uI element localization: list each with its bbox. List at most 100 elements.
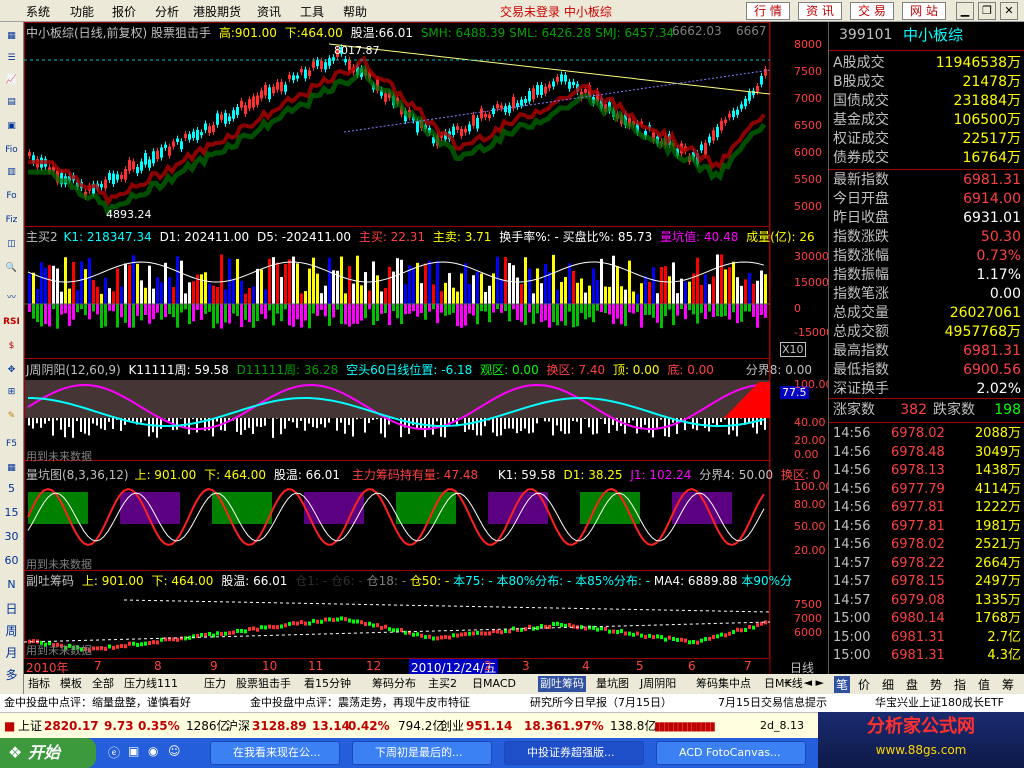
chart-area[interactable]: 中小板综(日线,前复权) 股票狙击手 高:901.00 下:464.00 股温:… [24,22,833,676]
tick-row[interactable]: 14:57 6978.15 2497万 [833,573,1021,591]
table-icon[interactable]: ▤ [2,92,21,110]
tick-row[interactable]: 14:56 6978.13 1438万 [833,462,1021,480]
tick-row[interactable]: 14:56 6978.02 2088万 [833,425,1021,443]
tick-row[interactable]: 14:57 6978.22 2664万 [833,555,1021,573]
tick-row[interactable]: 14:56 6977.81 1222万 [833,499,1021,517]
line-chart-icon[interactable]: 📈 [2,70,21,88]
indicator-tab[interactable]: 模板 [58,676,84,692]
indicator-tab[interactable]: 全部 [90,676,116,692]
period-30min[interactable]: 30 [2,530,21,543]
ticker-item-2[interactable]: 金中投盘中点评：震荡走势，再现牛皮市特征 [250,694,470,712]
tick-row[interactable]: 14:56 6977.81 1981万 [833,518,1021,536]
menu-hk-futures[interactable]: 港股期货 [193,3,241,20]
tick-row[interactable]: 15:00 6980.14 1768万 [833,610,1021,628]
tab-scroll-icon[interactable]: + - ◄ ► [783,676,824,689]
index-stat-row: 最低指数 6900.56 [833,361,1021,380]
period-day[interactable]: 日 [2,600,21,617]
minimize-icon[interactable]: ▁ [956,2,974,20]
tick-row[interactable]: 14:56 6978.02 2521万 [833,536,1021,554]
x10-button[interactable]: X10 [780,342,806,357]
menu-info[interactable]: 资讯 [257,3,281,20]
zhang-value: 382 [900,402,927,418]
indicator-tab[interactable]: 压力 [202,676,228,692]
indicator-tab[interactable]: 主买2 [426,676,459,692]
ie-icon[interactable]: ⓔ [108,744,120,761]
quote-tab[interactable]: 值 [978,676,990,693]
quote-tab[interactable]: 笔 [834,676,851,693]
indicator-tab[interactable]: 日MACD [470,676,518,692]
indicator-tab[interactable]: 副吐筹码 [538,676,586,692]
media-icon[interactable]: ◉ [148,744,158,758]
fiz-icon[interactable]: Fiz [2,210,21,228]
restore-icon[interactable]: ❐ [978,2,996,20]
indicator-tab[interactable]: 压力线111 [122,676,180,692]
taskbar-item-2[interactable]: 下周初是最后的... [352,741,492,765]
menu-system[interactable]: 系统 [26,3,50,20]
rsi-icon[interactable]: RSI [2,312,21,330]
indicator-tab[interactable]: 量坑图 [594,676,631,692]
taskbar-item-1[interactable]: 在我看来现在公... [210,741,340,765]
close-icon[interactable]: ✕ [1000,2,1018,20]
pencil-icon[interactable]: ✎ [2,406,21,424]
doc-icon[interactable]: ▥ [2,162,21,180]
indicator-tab[interactable]: 看15分钟 [302,676,353,692]
taskbar-item-4[interactable]: ACD FotoCanvas... [656,741,806,765]
period-week[interactable]: 周 [2,622,21,639]
news-button[interactable]: 资 讯 [798,2,842,20]
menu-tools[interactable]: 工具 [300,3,324,20]
window-icon[interactable]: ▣ [2,116,21,134]
period-15min[interactable]: 15 [2,506,21,519]
indicator-tab[interactable]: 筹码分布 [370,676,418,692]
move-icon[interactable]: ✥ [2,360,21,378]
search-icon[interactable]: 🔍 [2,258,21,276]
period-n[interactable]: N [2,578,21,591]
quote-tab[interactable]: 盘 [906,676,918,693]
period-5min[interactable]: 5 [2,482,21,495]
menu-help[interactable]: 帮助 [343,3,367,20]
desktop-icon[interactable]: ▣ [128,744,139,758]
period-month[interactable]: 月 [2,644,21,661]
fio-icon[interactable]: Fio [2,140,21,158]
period-multi[interactable]: 多 [2,666,21,683]
ticker-item-3[interactable]: 研究所今日早报（7月15日） [530,694,672,712]
website-button[interactable]: 网 站 [902,2,946,20]
menu-analysis[interactable]: 分析 [155,3,179,20]
quote-tab[interactable]: 细 [882,676,894,693]
menu-function[interactable]: 功能 [70,3,94,20]
grid-icon[interactable]: ▦ [2,26,21,44]
tick-row[interactable]: 14:57 6979.08 1335万 [833,592,1021,610]
menu-quote[interactable]: 报价 [112,3,136,20]
zhou-panel-header: J周阴阳(12,60,9) K11111周: 59.58 D11111周: 36… [26,361,812,378]
indicator-tab[interactable]: 股票狙击手 [234,676,293,692]
volume-row: 权证成交 22517万 [833,130,1021,149]
trade-button[interactable]: 交 易 [850,2,894,20]
period-60min[interactable]: 60 [2,554,21,567]
vol-d1: D1: 202411.00 [159,230,250,244]
f5-icon[interactable]: F5 [2,434,21,452]
indicator-tab[interactable]: J周阴阳 [638,676,678,692]
quote-tab[interactable]: 筹 [1002,676,1014,693]
quote-tab[interactable]: 指 [954,676,966,693]
zoom-icon[interactable]: ⊞ [2,382,21,400]
fo-icon[interactable]: Fo [2,186,21,204]
tick-row[interactable]: 14:56 6977.79 4114万 [833,481,1021,499]
tick-row[interactable]: 14:56 6978.48 3049万 [833,444,1021,462]
calendar-icon[interactable]: ▦ [2,458,21,476]
dollar-icon[interactable]: $ [2,336,21,354]
list-icon[interactable]: ☰ [2,48,21,66]
quote-tab[interactable]: 价 [858,676,870,693]
indicator-tab[interactable]: 指标 [26,676,52,692]
ticker-item-5[interactable]: 华宝兴业上证180成长ETF [875,694,1004,712]
layers-icon[interactable]: ◫ [2,234,21,252]
tick-row[interactable]: 15:00 6981.31 2.7亿 [833,629,1021,647]
market-button[interactable]: 行 情 [746,2,790,20]
taskbar-item-3[interactable]: 中投证券超强版... [504,741,644,765]
quote-tab[interactable]: 势 [930,676,942,693]
ticker-item-4[interactable]: 7月15日交易信息提示 [718,694,827,712]
ticker-item-1[interactable]: 金中投盘中点评：缩量盘整，谨慎看好 [4,694,191,712]
indicator-tab[interactable]: 筹码集中点 [694,676,753,692]
trend-icon[interactable]: 〰 [2,288,21,306]
qq-icon[interactable]: ☺ [168,744,181,758]
start-button[interactable]: ❖ 开始 [0,738,96,768]
tick-row[interactable]: 15:00 6981.31 4.3亿 [833,647,1021,665]
